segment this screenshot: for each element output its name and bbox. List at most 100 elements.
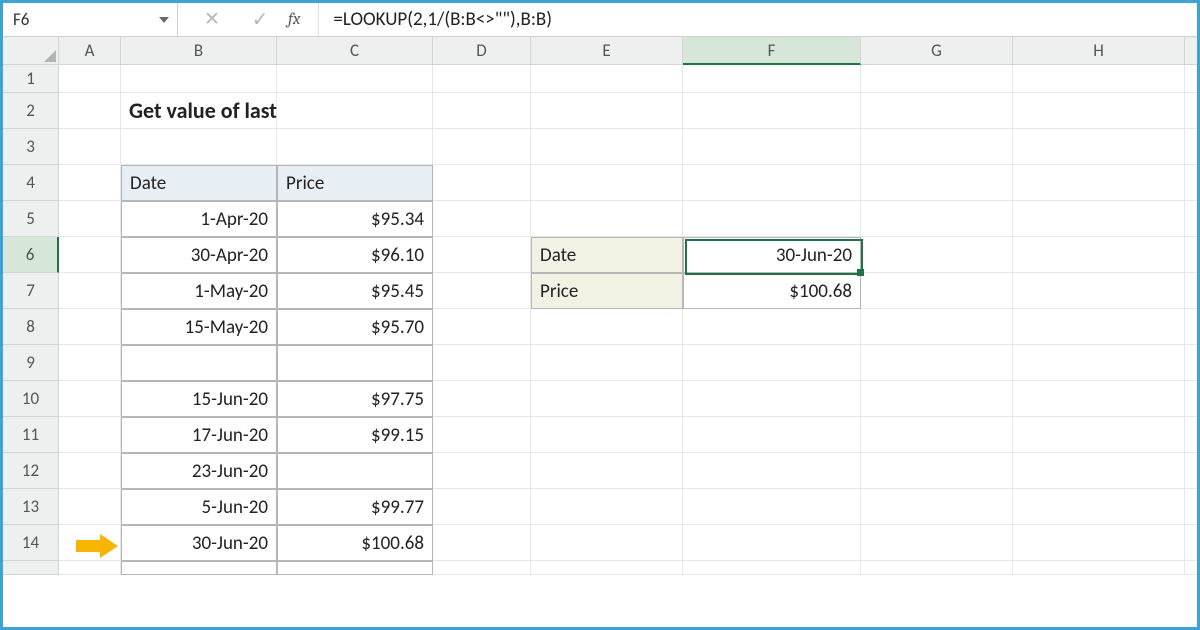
cell-C1[interactable]	[277, 65, 433, 93]
cell-I14[interactable]	[1185, 525, 1200, 561]
cell-B9[interactable]	[121, 345, 277, 381]
col-header-E[interactable]: E	[531, 37, 683, 65]
summary-date-value[interactable]: 30-Jun-20	[683, 237, 861, 273]
cell-I7[interactable]	[1185, 273, 1200, 309]
cell-F4[interactable]	[683, 165, 861, 201]
cell-D10[interactable]	[433, 381, 531, 417]
cell-G2[interactable]	[861, 93, 1013, 129]
cell-H8[interactable]	[1013, 309, 1185, 345]
cell-C13[interactable]: $99.77	[277, 489, 433, 525]
cell-D8[interactable]	[433, 309, 531, 345]
row-header-2[interactable]: 2	[3, 93, 59, 129]
cell-C12[interactable]	[277, 453, 433, 489]
cell-G3[interactable]	[861, 129, 1013, 165]
cell-I9[interactable]	[1185, 345, 1200, 381]
cell-B14[interactable]: 30-Jun-20	[121, 525, 277, 561]
row-header-1[interactable]: 1	[3, 65, 59, 93]
cell-G5[interactable]	[861, 201, 1013, 237]
cell-G11[interactable]	[861, 417, 1013, 453]
cell-D6[interactable]	[433, 237, 531, 273]
row-header-13[interactable]: 13	[3, 489, 59, 525]
cell-H3[interactable]	[1013, 129, 1185, 165]
cell-H14[interactable]	[1013, 525, 1185, 561]
cell-D13[interactable]	[433, 489, 531, 525]
cell-G14[interactable]	[861, 525, 1013, 561]
cell-H2[interactable]	[1013, 93, 1185, 129]
fx-icon[interactable]: fx	[284, 10, 308, 29]
cell-I15[interactable]	[1185, 561, 1200, 575]
row-header-12[interactable]: 12	[3, 453, 59, 489]
cell-G13[interactable]	[861, 489, 1013, 525]
cell-D5[interactable]	[433, 201, 531, 237]
table-header-price[interactable]: Price	[277, 165, 433, 201]
cell-C5[interactable]: $95.34	[277, 201, 433, 237]
cell-H7[interactable]	[1013, 273, 1185, 309]
cell-A7[interactable]	[59, 273, 121, 309]
cell-F13[interactable]	[683, 489, 861, 525]
cell-G7[interactable]	[861, 273, 1013, 309]
col-header-I[interactable]: I	[1185, 37, 1200, 65]
cell-F10[interactable]	[683, 381, 861, 417]
cell-G6[interactable]	[861, 237, 1013, 273]
row-header-11[interactable]: 11	[3, 417, 59, 453]
row-header-8[interactable]: 8	[3, 309, 59, 345]
cell-E4[interactable]	[531, 165, 683, 201]
summary-price-label[interactable]: Price	[531, 273, 683, 309]
row-header-6[interactable]: 6	[3, 237, 59, 273]
cell-I10[interactable]	[1185, 381, 1200, 417]
cell-I5[interactable]	[1185, 201, 1200, 237]
row-header-7[interactable]: 7	[3, 273, 59, 309]
cell-G8[interactable]	[861, 309, 1013, 345]
cell-A5[interactable]	[59, 201, 121, 237]
cell-D4[interactable]	[433, 165, 531, 201]
cell-G10[interactable]	[861, 381, 1013, 417]
row-header-5[interactable]: 5	[3, 201, 59, 237]
cell-C15[interactable]	[277, 561, 433, 575]
cell-D11[interactable]	[433, 417, 531, 453]
cell-G9[interactable]	[861, 345, 1013, 381]
cell-E1[interactable]	[531, 65, 683, 93]
cell-H5[interactable]	[1013, 201, 1185, 237]
cell-D14[interactable]	[433, 525, 531, 561]
cell-A3[interactable]	[59, 129, 121, 165]
cell-I13[interactable]	[1185, 489, 1200, 525]
cell-F2[interactable]	[683, 93, 861, 129]
cell-C8[interactable]: $95.70	[277, 309, 433, 345]
col-header-F[interactable]: F	[683, 37, 861, 65]
row-header-4[interactable]: 4	[3, 165, 59, 201]
cell-A13[interactable]	[59, 489, 121, 525]
formula-input[interactable]: =LOOKUP(2,1/(B:B<>""),B:B)	[319, 3, 1197, 36]
cell-C3[interactable]	[277, 129, 433, 165]
cell-C10[interactable]: $97.75	[277, 381, 433, 417]
cell-C7[interactable]: $95.45	[277, 273, 433, 309]
cell-I11[interactable]	[1185, 417, 1200, 453]
cell-F9[interactable]	[683, 345, 861, 381]
cell-I1[interactable]	[1185, 65, 1200, 93]
cell-C6[interactable]: $96.10	[277, 237, 433, 273]
cell-B11[interactable]: 17-Jun-20	[121, 417, 277, 453]
cell-F15[interactable]	[683, 561, 861, 575]
cell-B3[interactable]	[121, 129, 277, 165]
cell-A6[interactable]	[59, 237, 121, 273]
cell-H13[interactable]	[1013, 489, 1185, 525]
cell-D7[interactable]	[433, 273, 531, 309]
col-header-H[interactable]: H	[1013, 37, 1185, 65]
cell-A9[interactable]	[59, 345, 121, 381]
col-header-A[interactable]: A	[59, 37, 121, 65]
col-header-D[interactable]: D	[433, 37, 531, 65]
cell-H12[interactable]	[1013, 453, 1185, 489]
cell-H10[interactable]	[1013, 381, 1185, 417]
table-header-date[interactable]: Date	[121, 165, 277, 201]
cell-F5[interactable]	[683, 201, 861, 237]
row-header-14[interactable]: 14	[3, 525, 59, 561]
col-header-C[interactable]: C	[277, 37, 433, 65]
cell-F11[interactable]	[683, 417, 861, 453]
cell-F12[interactable]	[683, 453, 861, 489]
cell-H9[interactable]	[1013, 345, 1185, 381]
cell-A2[interactable]	[59, 93, 121, 129]
col-header-G[interactable]: G	[861, 37, 1013, 65]
row-header-9[interactable]: 9	[3, 345, 59, 381]
cell-E11[interactable]	[531, 417, 683, 453]
cell-G1[interactable]	[861, 65, 1013, 93]
cell-B13[interactable]: 5-Jun-20	[121, 489, 277, 525]
